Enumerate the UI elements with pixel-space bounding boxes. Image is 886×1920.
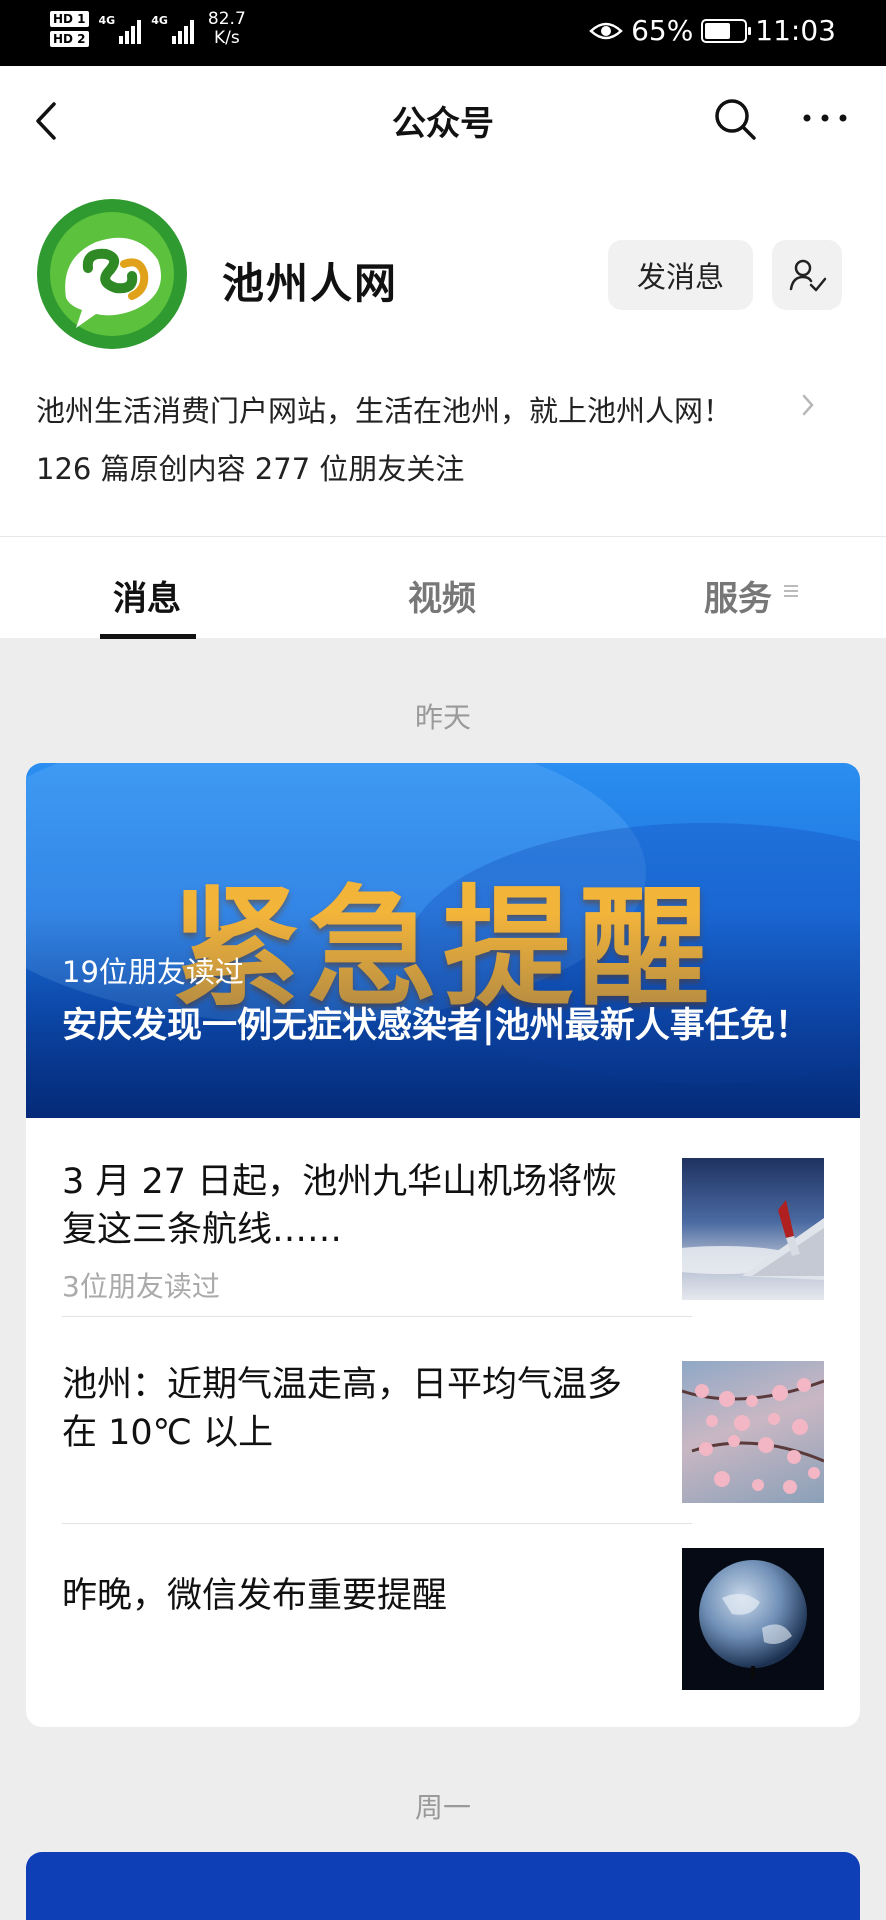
article-title: 池州：近期气温走高，日平均气温多在 10℃ 以上 (62, 1365, 623, 1453)
search-icon[interactable] (712, 96, 758, 142)
article-reads: 3位朋友读过 (62, 1270, 220, 1303)
clock: 11:03 (755, 14, 836, 47)
hd-indicators: HD 1 HD 2 (50, 11, 89, 47)
tab-services[interactable]: 服务 (704, 571, 772, 620)
battery-percent: 65% (631, 14, 694, 47)
article-title: 昨晚，微信发布重要提醒 (62, 1576, 448, 1616)
battery-icon (701, 18, 752, 43)
eye-icon (589, 22, 623, 39)
network-type-1: 4G (98, 14, 116, 27)
active-tab-indicator (100, 634, 196, 639)
navbar: 公众号 (0, 66, 886, 176)
earth-photo (682, 1548, 824, 1690)
date-header: 昨天 (414, 701, 471, 734)
hd2-badge: HD 2 (50, 31, 89, 47)
user-check-icon (789, 259, 827, 292)
network-speed-unit: K/s (213, 28, 240, 48)
menu-lines-icon (784, 585, 798, 597)
followed-button[interactable] (772, 240, 842, 310)
account-name: 池州人网 (222, 259, 399, 308)
tab-bar: 消息 视频 服务 (0, 536, 886, 639)
network-type-2: 4G (151, 14, 168, 27)
item-divider (62, 1523, 692, 1524)
status-right: 65% 11:03 (589, 14, 836, 47)
article-item[interactable]: 池州：近期气温走高，日平均气温多在 10℃ 以上 (62, 1361, 824, 1503)
hd1-badge: HD 1 (50, 11, 89, 27)
airplane-wing-photo (682, 1158, 824, 1300)
article-item[interactable]: 昨晚，微信发布重要提醒 (62, 1548, 824, 1690)
featured-reads: 19位朋友读过 (62, 955, 244, 989)
message-card: 紧急提醒 19位朋友读过 安庆发现一例无症状感染者|池州最新人事任免！ 3 月 … (26, 763, 860, 1727)
item-divider (62, 1316, 692, 1317)
account-logo[interactable] (36, 198, 188, 350)
network-speed: 82.7 K/s (208, 10, 246, 48)
account-description[interactable]: 池州生活消费门户网站，生活在池州，就上池州人网！ (36, 388, 732, 430)
signal-icon-sim1: 4G (99, 14, 142, 44)
next-featured-article[interactable] (26, 1852, 860, 1920)
article-title: 3 月 27 日起，池州九华山机场将恢复这三条航线…… (62, 1162, 618, 1250)
chevron-right-icon[interactable] (798, 392, 818, 418)
status-bar: HD 1 HD 2 4G 4G 82.7 K/s 65% 11:03 (0, 0, 886, 66)
featured-article[interactable]: 紧急提醒 19位朋友读过 安庆发现一例无症状感染者|池州最新人事任免！ (26, 763, 860, 1118)
account-stats[interactable]: 126 篇原创内容 277 位朋友关注 (36, 446, 464, 488)
more-icon[interactable] (800, 108, 850, 128)
tab-messages[interactable]: 消息 (113, 571, 181, 620)
status-left: HD 1 HD 2 4G 4G 82.7 K/s (50, 10, 246, 48)
signal-icon-sim2: 4G (151, 14, 194, 44)
article-item[interactable]: 3 月 27 日起，池州九华山机场将恢复这三条航线…… 3位朋友读过 (62, 1158, 824, 1318)
plum-blossom-photo (682, 1361, 824, 1503)
send-message-button[interactable]: 发消息 (608, 240, 753, 310)
featured-title: 安庆发现一例无症状感染者|池州最新人事任免！ (62, 1006, 810, 1046)
network-speed-value: 82.7 (207, 9, 246, 29)
date-header: 周一 (414, 1791, 471, 1824)
tab-videos[interactable]: 视频 (408, 571, 476, 620)
